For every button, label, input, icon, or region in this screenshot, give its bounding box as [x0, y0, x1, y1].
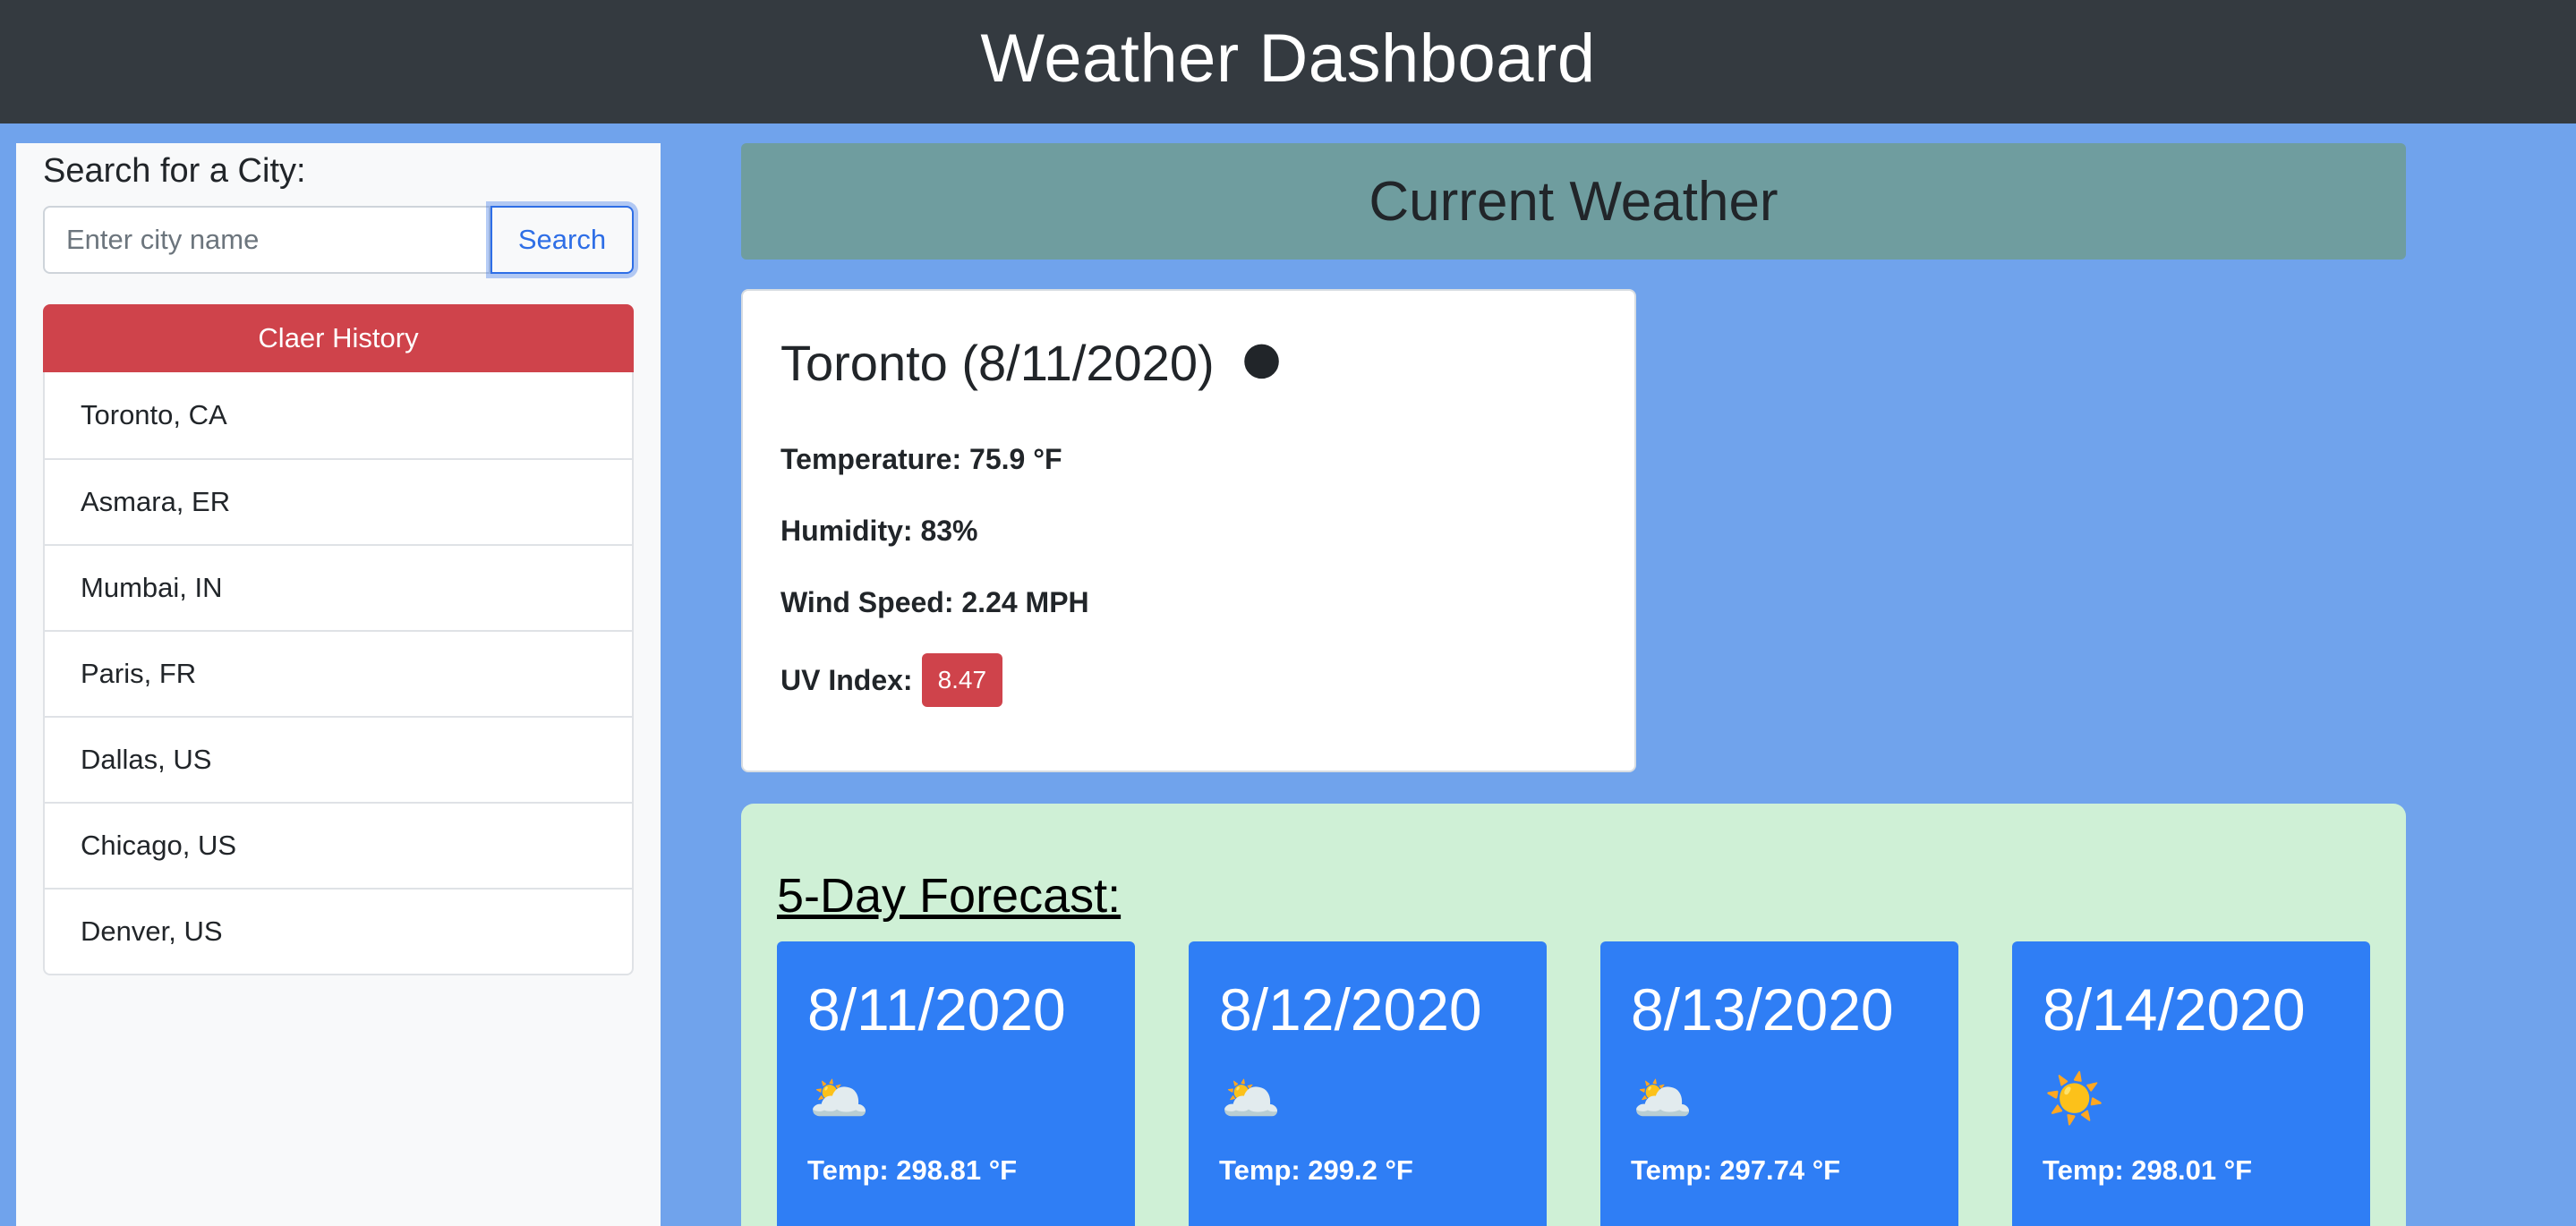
forecast-title: 5-Day Forecast: — [777, 869, 1122, 923]
search-history-list: Toronto, CA Asmara, ER Mumbai, IN Paris,… — [43, 372, 634, 975]
history-item-dallas[interactable]: Dallas, US — [45, 716, 632, 802]
history-item-denver[interactable]: Denver, US — [45, 888, 632, 974]
app-header: Weather Dashboard — [0, 0, 2576, 123]
forecast-date: 8/13/2020 — [1631, 976, 1894, 1043]
forecast-date: 8/14/2020 — [2043, 976, 2306, 1043]
forecast-temp: Temp: 298.81 °F — [807, 1154, 1018, 1186]
history-item-toronto[interactable]: Toronto, CA — [45, 372, 632, 458]
history-item-chicago[interactable]: Chicago, US — [45, 802, 632, 888]
sun-icon: ☀️ — [2044, 1072, 2105, 1126]
sidebar: Search for a City: Search Claer History … — [16, 143, 661, 1226]
city-search-input[interactable] — [43, 206, 490, 274]
current-weather-header: Current Weather — [741, 143, 2406, 260]
search-label: Search for a City: — [43, 152, 306, 190]
search-form: Search — [43, 206, 634, 274]
history-item-mumbai[interactable]: Mumbai, IN — [45, 544, 632, 630]
forecast-date: 8/11/2020 — [807, 976, 1066, 1043]
uv-index-label: UV Index: — [780, 663, 913, 696]
forecast-temp: Temp: 299.2 °F — [1219, 1154, 1413, 1186]
current-weather-title: Current Weather — [1369, 170, 1778, 233]
forecast-date: 8/12/2020 — [1219, 976, 1482, 1043]
history-item-asmara[interactable]: Asmara, ER — [45, 458, 632, 544]
forecast-card: 8/11/2020 🌥️ Temp: 298.81 °F — [777, 941, 1135, 1226]
cloud-sun-icon: 🌥️ — [1221, 1072, 1282, 1126]
forecast-card: 8/13/2020 🌥️ Temp: 297.74 °F — [1600, 941, 1958, 1226]
search-button[interactable]: Search — [490, 206, 634, 274]
current-weather-card: Toronto (8/11/2020) 🌑 Temperature: 75.9 … — [741, 289, 1636, 772]
wind-speed-value: Wind Speed: 2.24 MPH — [780, 586, 1089, 618]
uv-index-row: UV Index: 8.47 — [780, 653, 1003, 707]
city-title-row: Toronto (8/11/2020) 🌑 — [780, 334, 1283, 392]
forecast-section: 5-Day Forecast: 8/11/2020 🌥️ Temp: 298.8… — [741, 804, 2406, 1226]
cloud-sun-icon: 🌥️ — [1633, 1072, 1693, 1126]
humidity-value: Humidity: 83% — [780, 515, 978, 547]
forecast-temp: Temp: 298.01 °F — [2043, 1154, 2253, 1186]
city-name-date: Toronto (8/11/2020) — [780, 335, 1215, 391]
cloud-sun-icon: 🌥️ — [809, 1072, 870, 1126]
uv-index-badge: 8.47 — [921, 653, 1003, 707]
forecast-card: 8/14/2020 ☀️ Temp: 298.01 °F — [2012, 941, 2370, 1226]
forecast-temp: Temp: 297.74 °F — [1631, 1154, 1841, 1186]
temperature-value: Temperature: 75.9 °F — [780, 443, 1062, 475]
current-weather-icon: 🌑 — [1241, 341, 1283, 385]
history-item-paris[interactable]: Paris, FR — [45, 630, 632, 716]
forecast-card: 8/12/2020 🌥️ Temp: 299.2 °F — [1189, 941, 1547, 1226]
page-title: Weather Dashboard — [980, 20, 1596, 97]
clear-history-button[interactable]: Claer History — [43, 304, 634, 372]
